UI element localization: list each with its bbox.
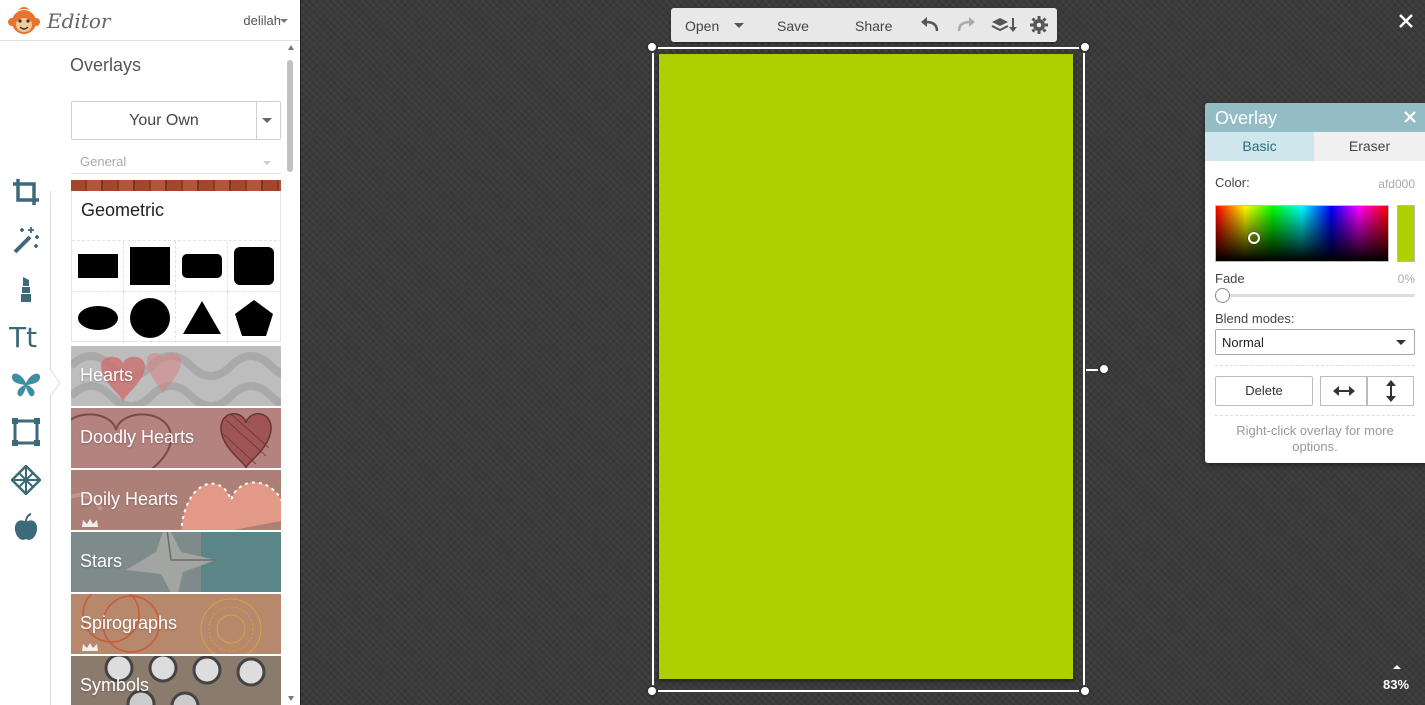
circle-shape[interactable]	[124, 292, 176, 343]
category-label: Doodly Hearts	[80, 427, 195, 447]
user-menu[interactable]: delilah	[243, 13, 281, 28]
panel-title: Overlay	[1215, 108, 1278, 128]
overlay-panel: Overlay Basic Eraser Color: afd000 Fade …	[1205, 103, 1425, 463]
butterfly-icon[interactable]	[9, 367, 43, 401]
blend-mode-select[interactable]: Normal	[1215, 329, 1415, 355]
crown-icon	[82, 519, 98, 527]
redo-icon[interactable]	[955, 15, 977, 35]
resize-handle-bottom-left[interactable]	[646, 685, 658, 697]
resize-handle-top-left[interactable]	[646, 41, 658, 53]
fade-value: 0%	[1397, 272, 1415, 286]
section-title: Overlays	[70, 55, 142, 75]
fade-slider-track[interactable]	[1217, 294, 1415, 297]
crown-icon	[82, 643, 98, 651]
tab-basic[interactable]: Basic	[1205, 132, 1314, 161]
category-dropdown[interactable]: General	[71, 150, 281, 174]
settings-gear-icon[interactable]	[1028, 15, 1050, 35]
color-swatch[interactable]	[1397, 205, 1415, 262]
flip-horizontal-icon[interactable]	[1320, 376, 1367, 406]
zoom-expand-icon[interactable]	[1393, 665, 1401, 669]
category-label: Symbols	[80, 675, 150, 695]
category-hearts[interactable]: Hearts	[71, 346, 281, 406]
apple-icon[interactable]	[9, 511, 43, 545]
layer-order-icon[interactable]	[990, 15, 1018, 35]
color-hex-value[interactable]: afd000	[1378, 177, 1415, 191]
close-icon[interactable]	[1404, 111, 1416, 123]
resize-handle-top-right[interactable]	[1079, 41, 1091, 53]
color-label: Color:	[1215, 175, 1250, 190]
divider	[1215, 415, 1415, 416]
color-picker-cursor[interactable]	[1248, 232, 1260, 244]
chevron-down-icon[interactable]	[734, 23, 744, 28]
crop-icon[interactable]	[9, 175, 43, 209]
fade-slider-knob[interactable]	[1215, 288, 1230, 303]
lipstick-icon[interactable]	[9, 271, 43, 305]
category-label: Hearts	[80, 365, 134, 385]
category-stars[interactable]: Stars	[71, 532, 281, 592]
top-bar: Editor delilah	[0, 0, 300, 41]
shape-grid	[72, 240, 281, 343]
rotate-handle[interactable]	[1098, 363, 1110, 375]
pentagon-shape[interactable]	[228, 292, 280, 343]
app-title: Editor	[47, 9, 111, 33]
dropdown-value[interactable]: Your Own	[72, 102, 257, 139]
category-spirographs[interactable]: Spirographs	[71, 594, 281, 654]
active-tool-indicator	[49, 369, 61, 397]
zoom-level[interactable]: 83%	[1383, 677, 1409, 692]
tool-strip-divider	[50, 191, 51, 705]
resize-handle-bottom-right[interactable]	[1079, 685, 1091, 697]
overlay-source-dropdown[interactable]: Your Own	[71, 101, 281, 140]
group-title: Geometric	[81, 200, 165, 220]
selection-frame[interactable]	[652, 47, 1085, 692]
category-doily-hearts[interactable]: Doily Hearts	[71, 470, 281, 530]
chevron-down-icon[interactable]	[1396, 340, 1406, 345]
category-label: Spirographs	[80, 613, 178, 633]
share-button[interactable]: Share	[855, 18, 892, 34]
delete-button[interactable]: Delete	[1215, 376, 1313, 406]
category-thumbnail-partial[interactable]	[71, 180, 281, 191]
sidebar-scrollbar[interactable]	[285, 41, 299, 705]
divider	[1215, 365, 1415, 366]
texture-icon[interactable]	[9, 463, 43, 497]
text-icon[interactable]: Tt	[9, 319, 43, 353]
category-label: Doily Hearts	[80, 489, 179, 509]
blend-mode-value[interactable]: Normal	[1222, 335, 1264, 350]
undo-icon[interactable]	[919, 15, 941, 35]
ellipse-shape[interactable]	[72, 292, 124, 343]
rectangle-shape[interactable]	[72, 241, 124, 292]
category-symbols[interactable]: Symbols	[71, 656, 281, 705]
chevron-down-icon[interactable]	[262, 118, 272, 123]
magic-wand-icon[interactable]	[9, 223, 43, 257]
overlay-list: Geometric Hearts Doodly Hearts Doily Hea…	[71, 180, 281, 705]
close-editor-icon[interactable]	[1396, 11, 1416, 31]
fade-label: Fade	[1215, 271, 1245, 286]
geometric-group: Geometric	[71, 191, 281, 343]
svg-text:Tt: Tt	[9, 321, 37, 351]
category-label: Stars	[80, 551, 123, 571]
blend-modes-label: Blend modes:	[1215, 311, 1295, 326]
save-button[interactable]: Save	[777, 18, 809, 34]
chevron-down-icon[interactable]	[263, 161, 271, 165]
category-value[interactable]: General	[80, 154, 126, 169]
left-panel: Editor delilah Tt Overlays Your Own Gene…	[0, 0, 301, 705]
frame-icon[interactable]	[9, 415, 43, 449]
panel-header[interactable]: Overlay	[1205, 103, 1425, 132]
scroll-thumb[interactable]	[287, 60, 293, 172]
tab-eraser[interactable]: Eraser	[1314, 132, 1425, 161]
rounded-square-shape[interactable]	[228, 241, 280, 292]
scroll-down-icon[interactable]	[288, 696, 294, 701]
triangle-shape[interactable]	[176, 292, 228, 343]
monkey-logo-icon	[8, 7, 40, 34]
chevron-down-icon[interactable]	[280, 19, 288, 23]
scroll-up-icon[interactable]	[288, 45, 294, 50]
color-spectrum-picker[interactable]	[1215, 205, 1389, 262]
category-doodly-hearts[interactable]: Doodly Hearts	[71, 408, 281, 468]
square-shape[interactable]	[124, 241, 176, 292]
main-toolbar: Open Save Share	[671, 8, 1057, 42]
open-button[interactable]: Open	[685, 18, 719, 34]
tool-strip: Tt	[0, 41, 52, 705]
flip-vertical-icon[interactable]	[1367, 376, 1414, 406]
hint-text: Right-click overlay for more options.	[1236, 423, 1394, 454]
rounded-rectangle-shape[interactable]	[176, 241, 228, 292]
